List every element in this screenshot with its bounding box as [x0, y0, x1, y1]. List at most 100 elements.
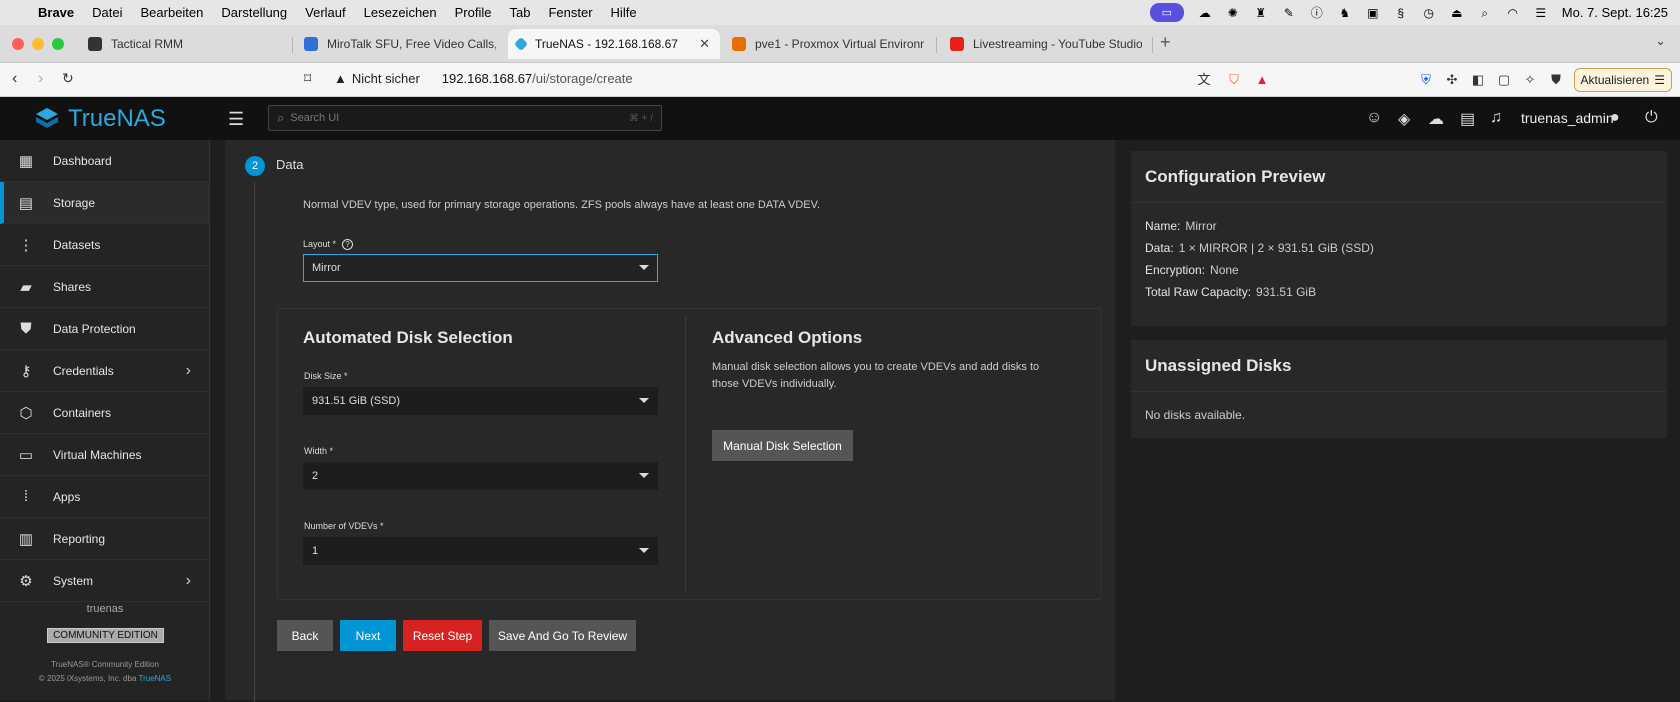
menu-fenster[interactable]: Fenster [548, 5, 592, 20]
tab-truenas[interactable]: TrueNAS - 192.168.168.67 ✕ [508, 29, 720, 59]
tab-proxmox[interactable]: pve1 - Proxmox Virtual Environmen [724, 29, 924, 59]
next-button[interactable]: Next [340, 620, 396, 651]
tab-list-chevron-icon[interactable]: ⌄ [1655, 33, 1666, 49]
feedback-icon[interactable]: ☺ [1366, 109, 1382, 127]
power-icon[interactable]: ⏻ [1645, 109, 1658, 127]
menu-hilfe[interactable]: Hilfe [611, 5, 637, 20]
preview-encryption-value: None [1210, 263, 1239, 277]
automated-disk-selection-title: Automated Disk Selection [303, 328, 513, 347]
sidebar-item-label: Apps [53, 489, 81, 504]
menu-tab[interactable]: Tab [510, 5, 531, 20]
truenas-link[interactable]: TrueNAS [138, 674, 171, 683]
sidebar-item-storage[interactable]: ▤ Storage [0, 182, 209, 224]
sidebar-item-shares[interactable]: ▰ Shares [0, 266, 209, 308]
username[interactable]: truenas_admin [1521, 110, 1614, 126]
preview-name-value: Mirror [1185, 219, 1217, 233]
menu-app-name[interactable]: Brave [38, 5, 74, 20]
back-arrow-icon[interactable]: ‹ [12, 70, 17, 88]
openai-icon[interactable]: ✺ [1226, 6, 1240, 20]
directory-services-icon[interactable]: ☁ [1428, 109, 1444, 129]
screen-share-icon[interactable]: ▭ [1149, 3, 1184, 22]
menubar-clock[interactable]: Mo. 7. Sept. 16:25 [1562, 5, 1668, 20]
sidebar-toggle-icon[interactable]: ◧ [1470, 72, 1486, 88]
menu-datei[interactable]: Datei [92, 5, 122, 20]
number-of-vdevs-select[interactable]: 1 [303, 537, 658, 565]
step-title[interactable]: Data [276, 157, 303, 172]
worm-icon[interactable]: § [1394, 6, 1408, 20]
proxmox-favicon [732, 37, 746, 51]
back-button[interactable]: Back [277, 620, 333, 651]
width-select[interactable]: 2 [303, 462, 658, 490]
disk-size-select[interactable]: 931.51 GiB (SSD) [303, 387, 658, 415]
zoom-window-button[interactable] [52, 38, 64, 50]
wallet-icon[interactable]: ▢ [1496, 72, 1512, 88]
search-input[interactable]: ⌕ Search UI ⌘ + / [268, 105, 662, 131]
width-value: 2 [312, 470, 319, 482]
close-window-button[interactable] [12, 38, 24, 50]
truecommand-icon[interactable]: ◈ [1398, 109, 1410, 129]
leo-ai-icon[interactable]: ✧ [1522, 72, 1538, 88]
preview-data-key: Data: [1145, 241, 1174, 255]
sidebar-item-dashboard[interactable]: ▦ Dashboard [0, 140, 209, 182]
step-number-badge[interactable]: 2 [245, 156, 265, 176]
vpn-icon[interactable]: ⛊ [1548, 72, 1564, 88]
update-button[interactable]: Aktualisieren ☰ [1573, 68, 1672, 92]
preview-capacity-value: 931.51 GiB [1256, 285, 1317, 299]
new-tab-icon[interactable]: + [1160, 32, 1171, 53]
sidebar-item-apps[interactable]: ⁞ Apps [0, 476, 209, 518]
sidebar-item-reporting[interactable]: ▥ Reporting [0, 518, 209, 560]
reload-icon[interactable]: ↻ [62, 70, 74, 87]
security-status[interactable]: Nicht sicher [352, 71, 420, 86]
gear-icon: ⚙ [19, 572, 33, 590]
menu-verlauf[interactable]: Verlauf [305, 5, 345, 20]
minimize-window-button[interactable] [32, 38, 44, 50]
extensions-icon[interactable]: ✣ [1444, 72, 1460, 88]
time-machine-icon[interactable]: ◷ [1422, 6, 1436, 20]
sidebar-item-data-protection[interactable]: ⛊ Data Protection [0, 308, 209, 350]
sidebar-item-virtual-machines[interactable]: ▭ Virtual Machines [0, 434, 209, 476]
translate-icon[interactable]: 文 [1196, 72, 1212, 88]
spotlight-search-icon[interactable]: ⌕ [1478, 6, 1492, 20]
brave-shields-icon[interactable]: ⛉ [1226, 72, 1242, 88]
hamburger-menu-icon[interactable]: ☰ [228, 109, 244, 130]
info-icon[interactable]: ⓘ [1310, 6, 1324, 20]
url-path: /ui/storage/create [532, 71, 633, 86]
menu-profile[interactable]: Profile [455, 5, 492, 20]
layout-select[interactable]: Mirror [303, 254, 658, 282]
jobs-icon[interactable]: ▤ [1460, 109, 1475, 129]
eject-icon[interactable]: ⏏ [1450, 6, 1464, 20]
brave-rewards-icon[interactable]: ▲ [1254, 72, 1270, 88]
tab-mirotalk[interactable]: MiroTalk SFU, Free Video Calls, [296, 29, 496, 59]
brand-name: TrueNAS [68, 105, 166, 132]
truenas-logo[interactable]: TrueNAS [34, 105, 166, 133]
notifications-bell-icon[interactable]: ♫ [1490, 109, 1502, 127]
menu-darstellung[interactable]: Darstellung [221, 5, 287, 20]
hostname: truenas [86, 603, 124, 615]
reset-step-button[interactable]: Reset Step [403, 620, 482, 651]
sidebar-item-datasets[interactable]: ⋮ Datasets [0, 224, 209, 266]
bookmark-icon[interactable]: ⌑ [304, 70, 311, 87]
control-center-icon[interactable]: ☰ [1534, 6, 1548, 20]
sidebar-item-credentials[interactable]: ⚷ Credentials › [0, 350, 209, 392]
binoculars-icon[interactable]: ♞ [1338, 6, 1352, 20]
manual-disk-selection-button[interactable]: Manual Disk Selection [712, 430, 853, 461]
cloud-icon[interactable]: ☁ [1198, 6, 1212, 20]
dict-icon[interactable]: ▣ [1366, 6, 1380, 20]
tab-youtube-studio[interactable]: Livestreaming - YouTube Studio [942, 29, 1142, 59]
save-and-go-to-review-button[interactable]: Save And Go To Review [489, 620, 636, 651]
url-field[interactable]: ▲ Nicht sicher 192.168.168.67 /ui/storag… [334, 71, 633, 86]
menu-bearbeiten[interactable]: Bearbeiten [141, 5, 204, 20]
status-icon[interactable]: ♜ [1254, 6, 1268, 20]
help-icon[interactable]: ? [342, 239, 354, 250]
close-tab-icon[interactable]: ✕ [699, 36, 710, 52]
forward-arrow-icon[interactable]: › [38, 70, 43, 88]
user-account-icon[interactable]: ● [1610, 109, 1620, 127]
wifi-icon[interactable]: ◠ [1506, 6, 1520, 20]
sidebar-item-containers[interactable]: ⬡ Containers [0, 392, 209, 434]
feather-icon[interactable]: ✎ [1282, 6, 1296, 20]
bitwarden-icon[interactable]: ⛨ [1418, 72, 1434, 88]
sidebar-item-system[interactable]: ⚙ System › [0, 560, 209, 602]
menu-lesezeichen[interactable]: Lesezeichen [364, 5, 437, 20]
tab-tactical-rmm[interactable]: Tactical RMM [80, 29, 280, 59]
sidebar-item-label: Reporting [53, 531, 106, 546]
